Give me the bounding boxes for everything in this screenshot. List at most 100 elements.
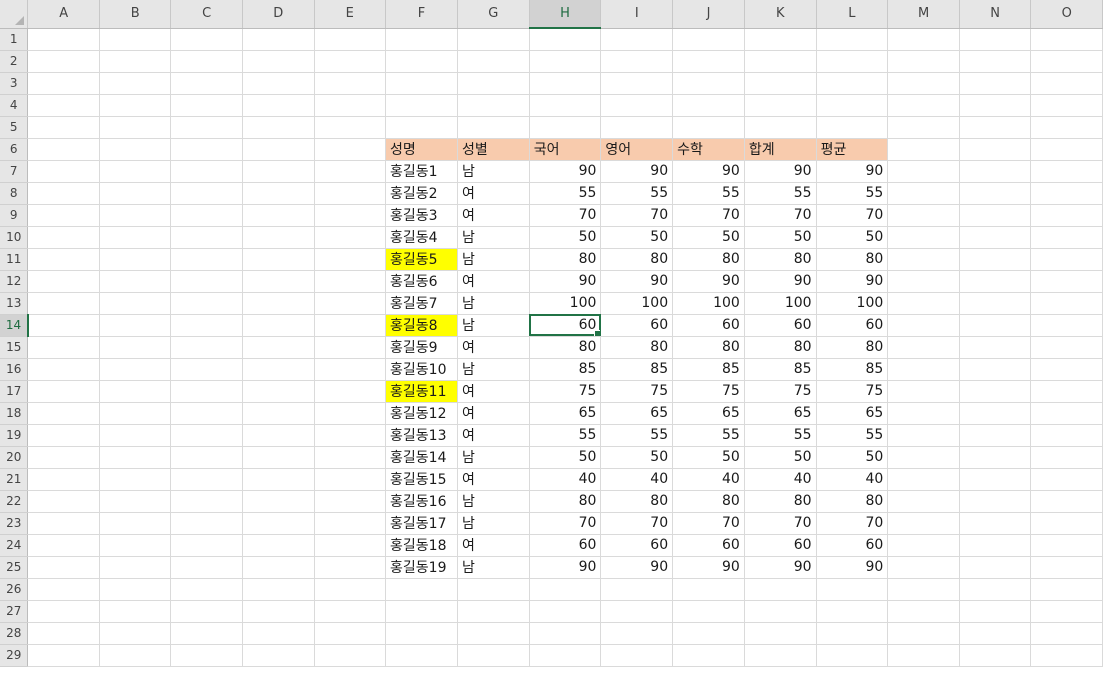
total-score-cell[interactable]: 80 <box>744 336 817 359</box>
empty-cell[interactable] <box>27 270 100 293</box>
column-header-b[interactable]: B <box>99 0 172 29</box>
english-score-cell[interactable]: 70 <box>600 204 674 227</box>
math-score-cell[interactable]: 70 <box>672 204 745 227</box>
empty-cell[interactable] <box>816 116 889 139</box>
korean-score-cell[interactable]: 50 <box>529 446 602 469</box>
empty-cell[interactable] <box>529 50 602 73</box>
gender-cell[interactable]: 남 <box>457 512 530 535</box>
empty-cell[interactable] <box>385 28 458 51</box>
row-header[interactable]: 11 <box>0 248 29 271</box>
empty-cell[interactable] <box>672 72 745 95</box>
empty-cell[interactable] <box>1030 424 1103 447</box>
empty-cell[interactable] <box>314 446 387 469</box>
row-header[interactable]: 25 <box>0 556 29 579</box>
empty-cell[interactable] <box>242 270 315 293</box>
empty-cell[interactable] <box>314 578 387 601</box>
gender-cell[interactable]: 남 <box>457 358 530 381</box>
empty-cell[interactable] <box>1030 204 1103 227</box>
empty-cell[interactable] <box>314 644 387 667</box>
name-cell[interactable]: 홍길동12 <box>385 402 458 425</box>
total-score-cell[interactable]: 80 <box>744 490 817 513</box>
empty-cell[interactable] <box>1030 600 1103 623</box>
total-score-cell[interactable]: 90 <box>744 270 817 293</box>
row-header[interactable]: 8 <box>0 182 29 205</box>
math-score-cell[interactable]: 75 <box>672 380 745 403</box>
empty-cell[interactable] <box>672 600 745 623</box>
name-cell[interactable]: 홍길동18 <box>385 534 458 557</box>
empty-cell[interactable] <box>887 424 960 447</box>
empty-cell[interactable] <box>887 402 960 425</box>
column-header-g[interactable]: G <box>457 0 530 29</box>
empty-cell[interactable] <box>529 644 602 667</box>
total-score-cell[interactable]: 70 <box>744 204 817 227</box>
empty-cell[interactable] <box>27 358 100 381</box>
empty-cell[interactable] <box>385 578 458 601</box>
math-score-cell[interactable]: 55 <box>672 424 745 447</box>
empty-cell[interactable] <box>959 116 1032 139</box>
header-cell-english[interactable]: 영어 <box>600 138 674 161</box>
empty-cell[interactable] <box>600 600 674 623</box>
empty-cell[interactable] <box>457 600 530 623</box>
korean-score-cell[interactable]: 65 <box>529 402 602 425</box>
average-score-cell[interactable]: 75 <box>816 380 889 403</box>
column-header-j[interactable]: J <box>672 0 745 29</box>
empty-cell[interactable] <box>529 600 602 623</box>
empty-cell[interactable] <box>242 380 315 403</box>
empty-cell[interactable] <box>959 424 1032 447</box>
empty-cell[interactable] <box>314 248 387 271</box>
total-score-cell[interactable]: 40 <box>744 468 817 491</box>
empty-cell[interactable] <box>959 160 1032 183</box>
name-cell[interactable]: 홍길동7 <box>385 292 458 315</box>
empty-cell[interactable] <box>1030 534 1103 557</box>
empty-cell[interactable] <box>27 94 100 117</box>
empty-cell[interactable] <box>170 600 243 623</box>
gender-cell[interactable]: 남 <box>457 556 530 579</box>
empty-cell[interactable] <box>887 622 960 645</box>
empty-cell[interactable] <box>887 94 960 117</box>
row-header[interactable]: 13 <box>0 292 29 315</box>
empty-cell[interactable] <box>600 50 674 73</box>
empty-cell[interactable] <box>959 28 1032 51</box>
empty-cell[interactable] <box>959 50 1032 73</box>
empty-cell[interactable] <box>1030 402 1103 425</box>
empty-cell[interactable] <box>959 512 1032 535</box>
row-header[interactable]: 18 <box>0 402 29 425</box>
empty-cell[interactable] <box>1030 248 1103 271</box>
empty-cell[interactable] <box>314 50 387 73</box>
empty-cell[interactable] <box>170 556 243 579</box>
empty-cell[interactable] <box>99 94 172 117</box>
korean-score-cell[interactable]: 80 <box>529 490 602 513</box>
empty-cell[interactable] <box>170 336 243 359</box>
empty-cell[interactable] <box>99 446 172 469</box>
empty-cell[interactable] <box>1030 446 1103 469</box>
average-score-cell[interactable]: 40 <box>816 468 889 491</box>
empty-cell[interactable] <box>27 622 100 645</box>
column-header-k[interactable]: K <box>744 0 817 29</box>
empty-cell[interactable] <box>242 160 315 183</box>
empty-cell[interactable] <box>27 160 100 183</box>
empty-cell[interactable] <box>385 94 458 117</box>
name-cell[interactable]: 홍길동8 <box>385 314 458 337</box>
name-cell[interactable]: 홍길동19 <box>385 556 458 579</box>
empty-cell[interactable] <box>99 644 172 667</box>
english-score-cell[interactable]: 70 <box>600 512 674 535</box>
average-score-cell[interactable]: 90 <box>816 270 889 293</box>
empty-cell[interactable] <box>242 622 315 645</box>
gender-cell[interactable]: 여 <box>457 182 530 205</box>
empty-cell[interactable] <box>170 204 243 227</box>
empty-cell[interactable] <box>314 160 387 183</box>
math-score-cell[interactable]: 60 <box>672 314 745 337</box>
empty-cell[interactable] <box>99 556 172 579</box>
empty-cell[interactable] <box>314 314 387 337</box>
empty-cell[interactable] <box>1030 72 1103 95</box>
korean-score-cell[interactable]: 70 <box>529 204 602 227</box>
row-header[interactable]: 26 <box>0 578 29 601</box>
row-header[interactable]: 29 <box>0 644 29 667</box>
korean-score-cell[interactable]: 85 <box>529 358 602 381</box>
empty-cell[interactable] <box>959 138 1032 161</box>
empty-cell[interactable] <box>1030 160 1103 183</box>
english-score-cell[interactable]: 65 <box>600 402 674 425</box>
column-header-l[interactable]: L <box>816 0 889 29</box>
total-score-cell[interactable]: 55 <box>744 182 817 205</box>
empty-cell[interactable] <box>959 72 1032 95</box>
